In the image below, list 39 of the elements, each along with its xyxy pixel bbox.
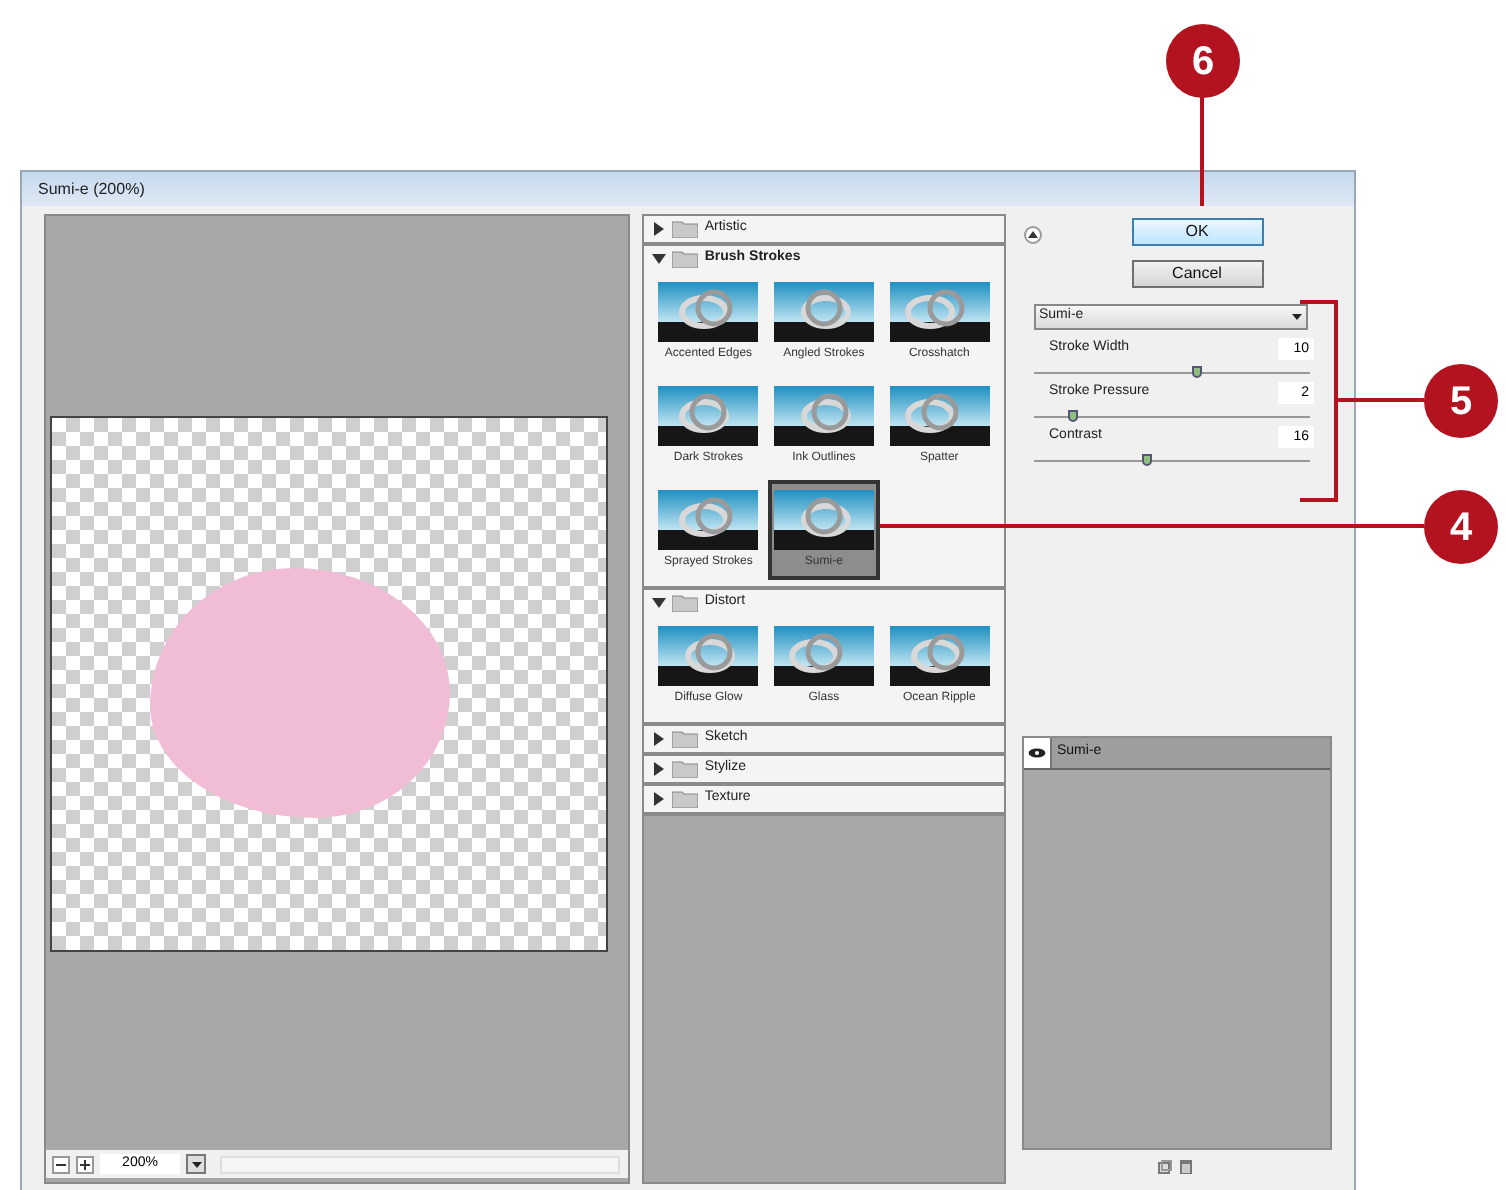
- slider-thumb[interactable]: [1192, 366, 1203, 378]
- plus-icon: [80, 1159, 90, 1169]
- collapse-triangle-icon[interactable]: [652, 792, 667, 806]
- zoom-in-button[interactable]: [76, 1155, 94, 1173]
- minus-icon: [56, 1163, 66, 1165]
- thumbnail-drawing: [773, 282, 874, 342]
- thumbnail-drawing: [658, 626, 759, 686]
- callout-badge: 6: [1166, 24, 1240, 98]
- expand-triangle-icon[interactable]: [652, 596, 667, 610]
- window-title: Sumi-e (200%): [38, 177, 145, 201]
- trash-icon[interactable]: [1179, 1160, 1192, 1174]
- thumbnail-drawing: [658, 386, 759, 446]
- thumbnail-drawing: [889, 626, 990, 686]
- thumbnail-drawing: [773, 626, 874, 686]
- expand-triangle-icon[interactable]: [652, 252, 667, 266]
- callout-badge: 5: [1424, 364, 1498, 438]
- thumbnail-drawing: [889, 386, 990, 446]
- slider-thumb[interactable]: [1068, 410, 1079, 422]
- thumbnail-drawing: [773, 386, 874, 446]
- collapse-triangle-icon[interactable]: [652, 732, 667, 746]
- zoom-dropdown-button[interactable]: [186, 1154, 206, 1174]
- ok-button[interactable]: OK: [1131, 218, 1263, 246]
- caret-icon: [1291, 314, 1301, 320]
- caret-icon: [191, 1161, 201, 1167]
- leader-line: [1200, 96, 1204, 206]
- cancel-button[interactable]: Cancel: [1131, 260, 1263, 288]
- thumbnail-drawing: [658, 490, 759, 550]
- collapse-triangle-icon[interactable]: [652, 762, 667, 776]
- thumbnail-drawing: [773, 490, 874, 550]
- callout-badge: 4: [1424, 490, 1498, 564]
- scrollbar[interactable]: [220, 1155, 620, 1173]
- eye-icon[interactable]: [1027, 748, 1045, 758]
- thumbnail-drawing: [889, 282, 990, 342]
- zoom-out-button[interactable]: [52, 1155, 70, 1173]
- slider-thumb[interactable]: [1142, 454, 1153, 466]
- new-layer-icon[interactable]: [1157, 1160, 1172, 1174]
- collapse-icon[interactable]: [1023, 226, 1041, 244]
- collapse-triangle-icon[interactable]: [652, 222, 667, 236]
- thumbnail-drawing: [658, 282, 759, 342]
